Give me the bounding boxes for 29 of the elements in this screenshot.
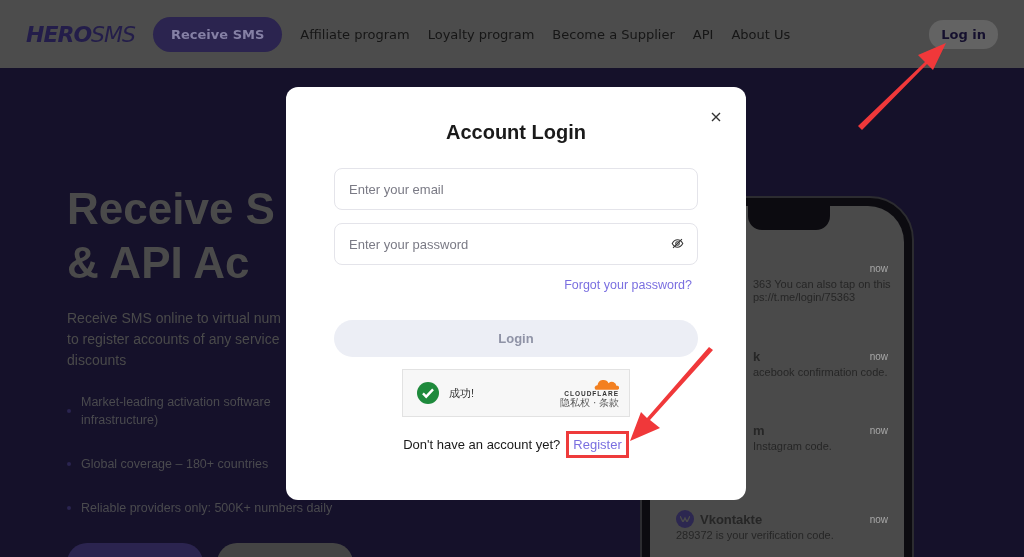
bullet-text: Market-leading activation software — [81, 394, 271, 411]
register-link[interactable]: Register — [566, 431, 629, 458]
bullet-text: Global coverage – 180+ countries — [81, 456, 269, 473]
message-time: now — [869, 261, 888, 275]
hero-title: Receive S — [67, 183, 275, 235]
hero-title: & API Ac — [67, 237, 250, 289]
bullet-text: infrastructure) — [81, 412, 160, 429]
captcha-status: 成功! — [449, 385, 475, 401]
captcha-links[interactable]: 隐私权 · 条款 — [560, 396, 619, 408]
hero-description: discounts — [67, 351, 127, 370]
cloud-icon — [593, 378, 619, 390]
bullet-icon — [67, 462, 71, 466]
close-icon[interactable] — [711, 112, 721, 122]
message-time: now — [869, 349, 888, 363]
forgot-password-link[interactable]: Forgot your password? — [564, 278, 692, 292]
message-time: now — [869, 423, 888, 437]
hero-description: to register accounts of any service — [67, 330, 280, 349]
email-field[interactable]: Enter your email — [334, 168, 698, 210]
register-prompt: Don't have an account yet? — [403, 437, 561, 452]
header-login-button[interactable]: Log in — [929, 19, 998, 49]
bullet-icon — [67, 409, 71, 413]
hero-description: Receive SMS online to virtual num — [67, 309, 281, 328]
bullet-text: Reliable providers only: 500K+ numbers daily — [81, 500, 333, 517]
bullet-icon — [67, 506, 71, 510]
eye-off-icon[interactable] — [671, 237, 684, 250]
password-field[interactable]: Enter your password — [334, 223, 698, 265]
nav-button[interactable]: Receive SMS — [153, 16, 283, 52]
message-time: now — [869, 512, 888, 526]
dialog-title: Account Login — [445, 121, 587, 144]
